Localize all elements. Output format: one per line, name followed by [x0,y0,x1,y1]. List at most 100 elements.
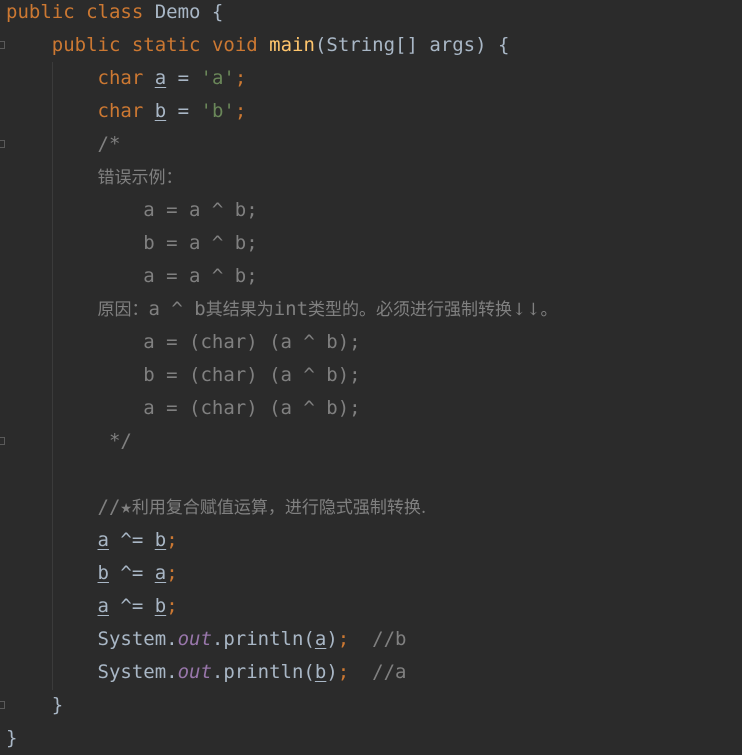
code-token: ; [166,529,178,551]
code-token: //b [372,628,407,650]
code-token: out [177,661,212,683]
code-token: a [154,67,167,89]
code-token: } [6,727,18,749]
code-token: 原因： [97,300,149,320]
code-token: .println( [211,661,315,683]
line-comment-close[interactable]: */ [6,425,132,458]
code-token: /* [97,133,121,155]
code-token: ^= [108,562,155,584]
line-comment-reason[interactable]: 原因：a ^ b其结果为int类型的。必须进行强制转换↓↓。 [6,293,558,326]
code-token: a = a ^ b; [143,199,258,221]
code-token: a [154,562,167,584]
fold-marker-icon[interactable] [0,41,5,49]
code-token: ^= [108,529,155,551]
line-class-decl[interactable]: public class Demo { [6,0,223,29]
line-xor-a-2[interactable]: a ^= b; [6,590,178,623]
fold-marker-icon[interactable] [0,437,5,445]
code-token: b [154,595,167,617]
code-token: b [154,100,167,122]
line-comment-cast-2[interactable]: b = (char) (a ^ b); [6,359,361,392]
code-token: char [97,67,144,89]
code-token: ; [166,562,178,584]
code-token: a = a ^ b; [143,265,258,287]
code-token: ; [337,661,350,683]
code-token: ; [234,100,247,122]
line-comment-code-3[interactable]: a = a ^ b; [6,260,258,293]
code-token: static [131,34,201,56]
code-editor[interactable]: public class Demo { public static void m… [0,0,742,752]
line-xor-a-1[interactable]: a ^= b; [6,524,178,557]
code-token: = [166,100,201,122]
line-main-decl[interactable]: public static void main(String[] args) { [6,29,510,62]
fold-marker-icon[interactable] [0,701,5,709]
code-token: 类型的。必须进行强制转换↓↓。 [308,300,558,320]
fold-marker-icon[interactable] [0,140,5,148]
code-token: a ^ b [148,298,206,320]
code-token: void [211,34,258,56]
line-comment-wrong-example[interactable]: 错误示例： [6,161,183,194]
code-token: ; [234,67,247,89]
code-token: public [51,34,121,56]
line-comment-code-1[interactable]: a = a ^ b; [6,194,258,227]
code-token: //a [372,661,407,683]
code-token: ; [337,628,350,650]
code-token: a = (char) (a ^ b); [143,331,361,353]
code-token: b = (char) (a ^ b); [143,364,361,386]
code-token: 'b' [200,100,235,122]
code-token: ^= [108,595,155,617]
code-token: = [166,67,201,89]
code-token: ; [166,595,178,617]
code-token: a [97,595,109,617]
code-token: //★ [97,496,132,518]
code-token: a [314,628,327,650]
code-token: b = a ^ b; [143,232,258,254]
code-token: 'a' [200,67,235,89]
code-token: main [269,34,315,56]
code-token: (String[] args) { [314,34,510,56]
line-println-a[interactable]: System.out.println(a); //b [6,623,407,656]
code-token: Demo { [143,1,224,23]
line-close-class[interactable]: } [6,722,17,755]
line-comment-open[interactable]: /* [6,128,121,161]
line-comment-code-2[interactable]: b = a ^ b; [6,227,258,260]
line-close-main[interactable]: } [6,689,63,722]
code-token: int [273,298,309,320]
code-token: b [97,562,109,584]
code-token: out [177,628,212,650]
line-char-a[interactable]: char a = 'a'; [6,62,247,95]
code-token: } [51,694,64,716]
line-xor-b[interactable]: b ^= a; [6,557,178,590]
code-token: b [154,529,167,551]
line-println-b[interactable]: System.out.println(b); //a [6,656,407,689]
line-comment-compound[interactable]: //★利用复合赋值运算，进行隐式强制转换. [6,491,427,524]
code-token: b [314,661,327,683]
code-token: a = (char) (a ^ b); [143,397,361,419]
line-comment-cast-1[interactable]: a = (char) (a ^ b); [6,326,361,359]
line-comment-cast-3[interactable]: a = (char) (a ^ b); [6,392,361,425]
line-char-b[interactable]: char b = 'b'; [6,95,247,128]
code-token: ) [326,661,338,683]
